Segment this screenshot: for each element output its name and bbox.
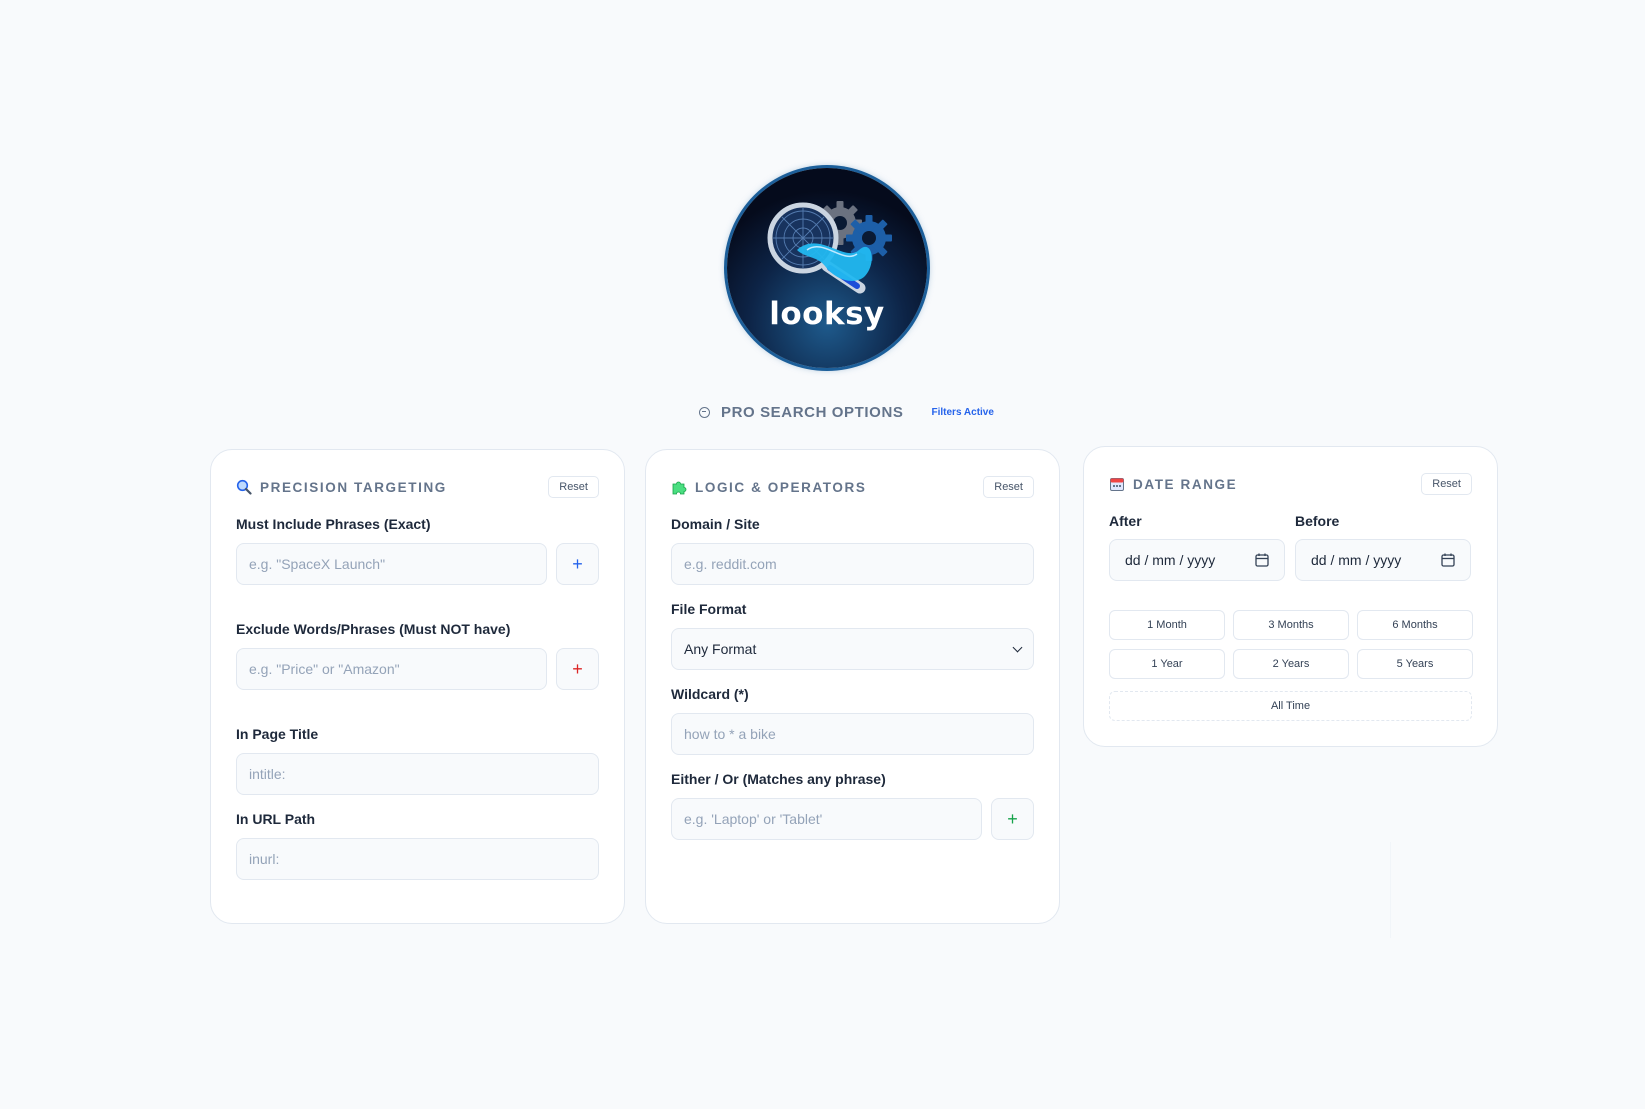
before-label: Before — [1295, 513, 1340, 529]
either-or-label: Either / Or (Matches any phrase) — [671, 771, 886, 787]
card-title: LOGIC & OPERATORS — [695, 479, 867, 495]
domain-site-input[interactable] — [671, 543, 1034, 585]
range-6-months-button[interactable]: 6 Months — [1357, 610, 1473, 640]
exclude-words-label: Exclude Words/Phrases (Must NOT have) — [236, 621, 511, 637]
after-label: After — [1109, 513, 1142, 529]
reset-button[interactable]: Reset — [548, 476, 599, 498]
date-range-card: DATE RANGE Reset After dd / mm / yyyy Be… — [1083, 446, 1498, 747]
card-title: PRECISION TARGETING — [260, 479, 447, 495]
puzzle-icon — [672, 481, 687, 495]
divider — [1390, 842, 1391, 938]
reset-button[interactable]: Reset — [1421, 473, 1472, 495]
wildcard-input[interactable] — [671, 713, 1034, 755]
range-2-years-button[interactable]: 2 Years — [1233, 649, 1349, 679]
card-header: PRECISION TARGETING Reset — [236, 475, 599, 499]
magnifier-icon — [236, 479, 252, 495]
all-time-button[interactable]: All Time — [1109, 691, 1472, 721]
file-format-label: File Format — [671, 601, 747, 617]
page-title-input[interactable] — [236, 753, 599, 795]
range-1-month-button[interactable]: 1 Month — [1109, 610, 1225, 640]
file-format-value: Any Format — [684, 641, 757, 657]
looksy-logo: looksy — [727, 168, 927, 368]
chevron-down-icon — [1012, 642, 1023, 652]
filters-active-badge: Filters Active — [931, 406, 994, 418]
exclude-words-input[interactable] — [236, 648, 547, 690]
page-title-label: In Page Title — [236, 726, 319, 742]
after-date-value: dd / mm / yyyy — [1125, 552, 1216, 568]
card-header: DATE RANGE Reset — [1109, 472, 1472, 496]
add-include-button[interactable]: + — [556, 543, 599, 585]
wildcard-label: Wildcard (*) — [671, 686, 749, 702]
logo-badge: looksy — [727, 168, 927, 368]
before-date-input[interactable]: dd / mm / yyyy — [1295, 539, 1471, 581]
range-1-year-button[interactable]: 1 Year — [1109, 649, 1225, 679]
before-date-value: dd / mm / yyyy — [1311, 552, 1402, 568]
logo-wordmark: looksy — [769, 296, 885, 332]
after-date-input[interactable]: dd / mm / yyyy — [1109, 539, 1285, 581]
logic-operators-card: LOGIC & OPERATORS Reset Domain / Site Fi… — [645, 449, 1060, 924]
card-header: LOGIC & OPERATORS Reset — [671, 475, 1034, 499]
collapse-icon[interactable] — [699, 406, 710, 418]
range-3-months-button[interactable]: 3 Months — [1233, 610, 1349, 640]
calendar-picker-icon[interactable] — [1255, 553, 1269, 567]
url-path-label: In URL Path — [236, 811, 316, 827]
include-phrases-input[interactable] — [236, 543, 547, 585]
url-path-input[interactable] — [236, 838, 599, 880]
include-phrases-label: Must Include Phrases (Exact) — [236, 516, 431, 532]
card-title: DATE RANGE — [1133, 476, 1238, 492]
pro-search-title[interactable]: PRO SEARCH OPTIONS — [721, 404, 904, 421]
range-5-years-button[interactable]: 5 Years — [1357, 649, 1473, 679]
pro-search-header[interactable]: PRO SEARCH OPTIONS Filters Active — [699, 402, 994, 422]
calendar-icon — [1110, 478, 1124, 491]
either-or-input[interactable] — [671, 798, 982, 840]
add-either-button[interactable]: + — [991, 798, 1034, 840]
domain-site-label: Domain / Site — [671, 516, 760, 532]
calendar-picker-icon[interactable] — [1441, 553, 1455, 567]
precision-targeting-card: PRECISION TARGETING Reset Must Include P… — [210, 449, 625, 924]
reset-button[interactable]: Reset — [983, 476, 1034, 498]
add-exclude-button[interactable]: + — [556, 648, 599, 690]
logo-graphic — [767, 201, 892, 294]
file-format-select[interactable]: Any Format — [671, 628, 1034, 670]
